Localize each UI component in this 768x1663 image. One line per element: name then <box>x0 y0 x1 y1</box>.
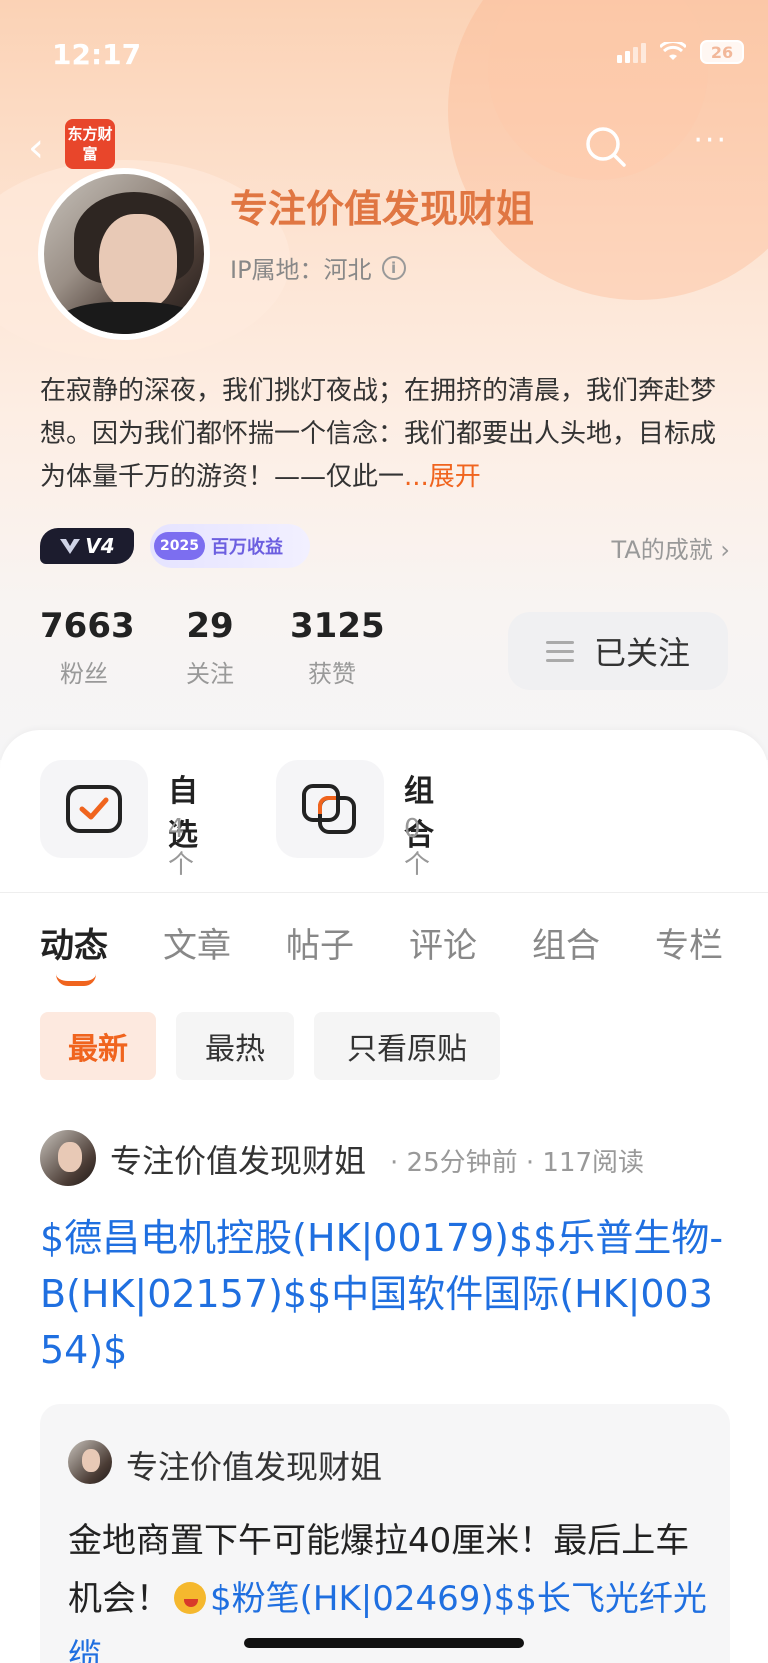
brand-logo: 东方财富 <box>65 119 115 169</box>
filter-latest[interactable]: 最新 <box>40 1012 156 1080</box>
achievements-label: TA的成就 <box>611 536 713 564</box>
badges-row: V4 2025 百万收益 TA的成就 › <box>40 524 730 568</box>
v-shield-icon <box>60 539 81 554</box>
checkbox-icon <box>66 785 122 833</box>
tab-feed[interactable]: 动态 <box>40 918 108 967</box>
ip-location: IP属地：河北 i <box>230 250 406 285</box>
top-nav: ‹ 东方财富 ··· <box>0 115 768 175</box>
tab-comments[interactable]: 评论 <box>409 918 477 967</box>
status-time: 12:17 <box>52 38 142 71</box>
follow-button[interactable]: 已关注 <box>508 612 728 690</box>
stat-value: 29 <box>186 606 234 646</box>
signal-icon <box>617 41 646 63</box>
search-icon[interactable] <box>584 125 628 169</box>
post-author-avatar[interactable] <box>40 1130 96 1186</box>
status-icons: 26 <box>617 40 744 64</box>
award-year: 2025 <box>154 532 205 560</box>
quoted-author-avatar[interactable] <box>68 1440 112 1484</box>
battery-icon: 26 <box>700 40 744 64</box>
watchlist-tile[interactable] <box>40 760 148 858</box>
menu-lines-icon <box>545 640 574 662</box>
stat-label: 粉丝 <box>60 660 108 688</box>
post-meta: · 25分钟前 · 117阅读 <box>390 1148 645 1178</box>
back-icon[interactable]: ‹ <box>28 125 44 171</box>
tab-posts[interactable]: 帖子 <box>286 918 354 967</box>
stat-value: 7663 <box>40 606 135 646</box>
profile-avatar[interactable] <box>38 168 210 340</box>
tab-articles[interactable]: 文章 <box>163 918 231 967</box>
home-indicator <box>244 1638 524 1648</box>
more-icon[interactable]: ··· <box>693 123 728 158</box>
active-tab-indicator <box>56 974 96 986</box>
profile-bio: 在寂静的深夜，我们挑灯夜战；在拥挤的清晨，我们奔赴梦想。因为我们都怀揣一个信念：… <box>40 370 730 499</box>
tab-column[interactable]: 专栏 <box>655 918 723 967</box>
status-bar: 12:17 26 <box>0 0 768 110</box>
level-text: V4 <box>85 534 115 558</box>
portfolio-tile[interactable] <box>276 760 384 858</box>
post-stock-tags[interactable]: $德昌电机控股(HK|00179)$$乐普生物-B(HK|02157)$$中国软… <box>40 1210 730 1378</box>
portfolio-icon <box>302 784 356 834</box>
stat-fans[interactable]: 7663 粉丝 <box>40 606 135 689</box>
quoted-author-name[interactable]: 专注价值发现财姐 <box>126 1442 382 1488</box>
tab-portfolio[interactable]: 组合 <box>532 918 600 967</box>
stat-label: 获赞 <box>308 660 356 688</box>
chevron-right-icon: › <box>720 536 730 564</box>
post-author-name[interactable]: 专注价值发现财姐 <box>110 1136 366 1182</box>
info-icon[interactable]: i <box>381 255 406 280</box>
filter-original-only[interactable]: 只看原贴 <box>314 1012 500 1080</box>
wifi-icon <box>660 42 686 60</box>
achievements-link[interactable]: TA的成就 › <box>612 530 730 565</box>
follow-button-label: 已关注 <box>593 634 690 672</box>
level-badge[interactable]: V4 <box>40 528 134 564</box>
watchlist-count: 4个 <box>168 814 195 880</box>
stat-following[interactable]: 29 关注 <box>170 606 250 689</box>
portfolio-count: 0个 <box>404 814 431 880</box>
award-label: 百万收益 <box>210 537 283 558</box>
quoted-post[interactable]: 专注价值发现财姐 金地商置下午可能爆拉40厘米！最后上车机会！ $粉笔(HK|02… <box>40 1404 730 1663</box>
profile-name: 专注价值发现财姐 <box>230 187 535 231</box>
filter-hot[interactable]: 最热 <box>176 1012 294 1080</box>
winking-emoji-icon <box>174 1582 206 1614</box>
stat-likes[interactable]: 3125 获赞 <box>290 606 385 689</box>
ip-location-text: IP属地：河北 <box>230 256 372 284</box>
bio-text: 在寂静的深夜，我们挑灯夜战；在拥挤的清晨，我们奔赴梦想。因为我们都怀揣一个信念：… <box>40 376 717 492</box>
content-tabs: 动态 文章 帖子 评论 组合 专栏 <box>40 918 730 988</box>
divider <box>0 892 768 893</box>
stat-value: 3125 <box>290 606 385 646</box>
bio-expand-link[interactable]: ...展开 <box>404 462 481 492</box>
award-badge[interactable]: 2025 百万收益 <box>150 524 310 568</box>
stat-label: 关注 <box>186 660 234 688</box>
